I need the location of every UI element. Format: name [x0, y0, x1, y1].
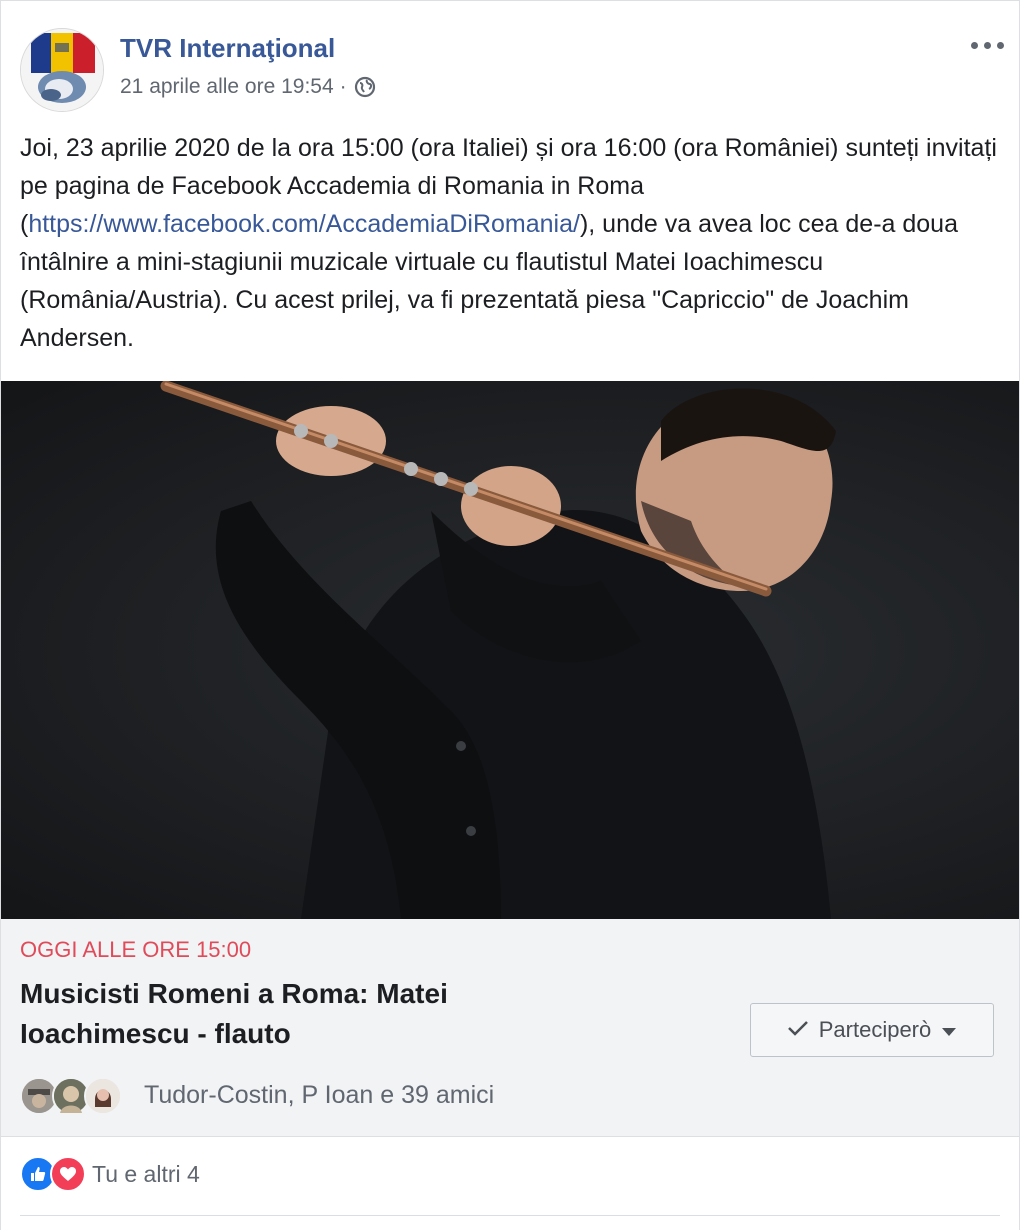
post-meta: 21 aprile alle ore 19:54 ·: [120, 75, 377, 99]
check-icon: [787, 1017, 809, 1043]
reactions-text: Tu e altri 4: [92, 1160, 200, 1187]
page-name-link[interactable]: TVR Internaţional: [120, 33, 335, 64]
going-button-label: Parteciperò: [818, 1017, 932, 1042]
flutist-photo-illustration: [160, 381, 836, 919]
event-date: OGGI ALLE ORE 15:00: [20, 937, 252, 962]
page-avatar[interactable]: [20, 28, 104, 112]
page-logo-image: [21, 29, 103, 111]
meta-separator: ·: [339, 75, 347, 98]
going-button[interactable]: Parteciperò: [750, 1003, 994, 1057]
event-title-link[interactable]: Musicisti Romeni a Roma: Matei Ioachimes…: [20, 974, 580, 1054]
divider: [20, 1215, 1000, 1216]
friend-avatars: [20, 1077, 132, 1115]
friend-avatar: [84, 1077, 122, 1115]
friends-going[interactable]: Tudor-Costin, P Ioan e 39 amici: [20, 1077, 495, 1115]
friends-going-text: Tudor-Costin, P Ioan e 39 amici: [144, 1080, 495, 1109]
event-photo[interactable]: [1, 381, 1019, 919]
globe-icon[interactable]: [353, 75, 377, 99]
post-timestamp[interactable]: 21 aprile alle ore 19:54: [120, 75, 334, 99]
post-card: TVR Internaţional 21 aprile alle ore 19:…: [0, 0, 1020, 1230]
love-icon: [50, 1156, 86, 1192]
post-text: Joi, 23 aprilie 2020 de la ora 15:00 (or…: [20, 129, 1000, 357]
post-text-link[interactable]: https://www.facebook.com/AccademiaDiRoma…: [28, 210, 580, 238]
event-info: OGGI ALLE ORE 15:00 Musicisti Romeni a R…: [1, 919, 1019, 1137]
caret-down-icon: [941, 1017, 957, 1043]
reactions-summary[interactable]: Tu e altri 4: [20, 1156, 200, 1192]
more-options-icon[interactable]: [967, 33, 1007, 57]
